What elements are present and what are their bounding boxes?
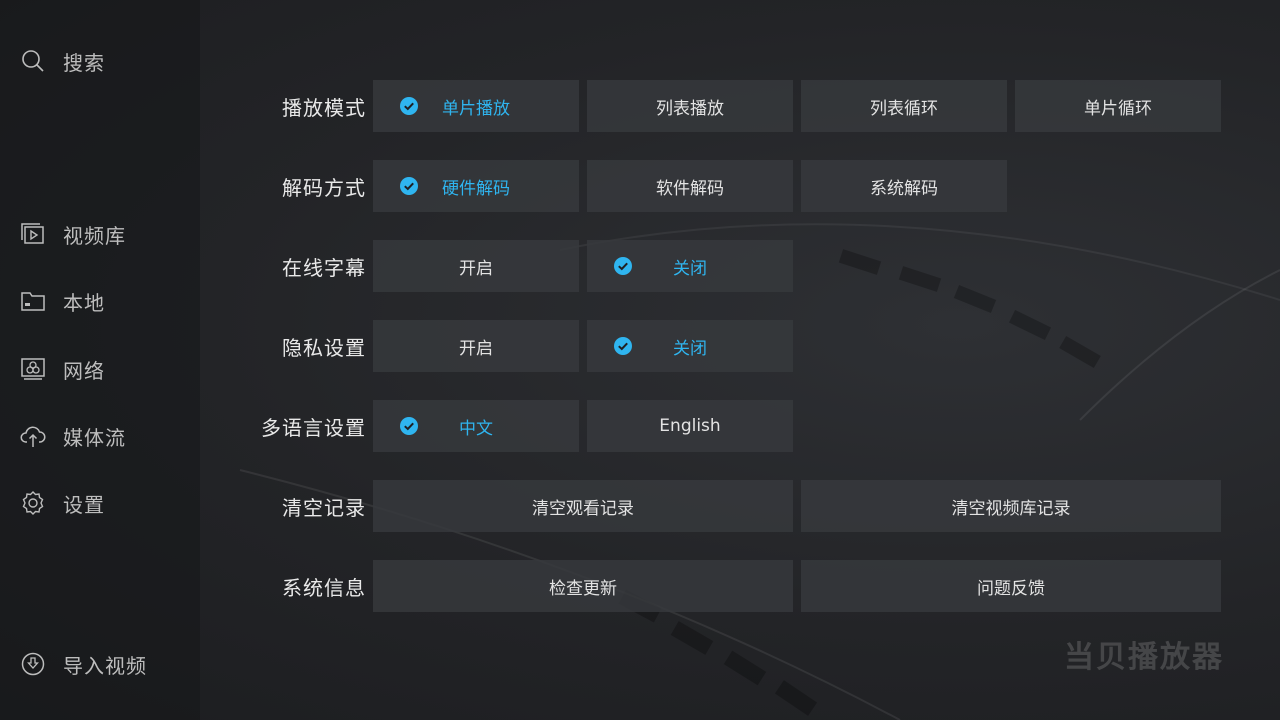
video-library-icon xyxy=(20,221,46,247)
option-privacy-on[interactable]: 开启 xyxy=(373,320,579,372)
setting-row-play-mode: 播放模式 单片播放 列表播放 列表循环 单片循环 xyxy=(200,80,1280,132)
settings-screen: 搜索 视频库 本地 网络 媒体流 设置 导入视频 播放模式 单片播放 列表播放 … xyxy=(0,0,1280,720)
privacy-label: 隐私设置 xyxy=(282,335,366,360)
option-label: 系统解码 xyxy=(870,178,938,199)
option-label: 关闭 xyxy=(673,258,707,279)
sidebar-item-local[interactable]: 本地 xyxy=(20,285,105,317)
option-label: 列表播放 xyxy=(656,98,724,119)
sidebar-search-label: 搜索 xyxy=(63,50,105,75)
settings-panel: 播放模式 单片播放 列表播放 列表循环 单片循环 解码方式 硬件解码 软件解码 … xyxy=(200,0,1280,720)
check-circle-icon xyxy=(400,177,418,195)
clear-library-history-button[interactable]: 清空视频库记录 xyxy=(801,480,1221,532)
check-circle-icon xyxy=(614,257,632,275)
option-list-play[interactable]: 列表播放 xyxy=(587,80,793,132)
option-label: 单片播放 xyxy=(442,98,510,119)
option-system-decode[interactable]: 系统解码 xyxy=(801,160,1007,212)
option-label: 清空视频库记录 xyxy=(951,498,1071,519)
setting-row-privacy: 隐私设置 开启 关闭 xyxy=(200,320,1280,372)
gear-icon xyxy=(20,490,46,516)
option-label: 清空观看记录 xyxy=(532,498,634,519)
option-label: 单片循环 xyxy=(1084,98,1152,119)
option-label: English xyxy=(659,416,721,436)
system-label: 系统信息 xyxy=(282,575,366,600)
sidebar-item-label: 视频库 xyxy=(63,223,126,248)
option-single-play[interactable]: 单片播放 xyxy=(373,80,579,132)
option-label: 开启 xyxy=(459,338,493,359)
sidebar-item-media-stream[interactable]: 媒体流 xyxy=(20,420,126,452)
option-label: 列表循环 xyxy=(870,98,938,119)
option-label: 检查更新 xyxy=(549,578,617,599)
import-video-label: 导入视频 xyxy=(63,653,147,678)
option-hardware-decode[interactable]: 硬件解码 xyxy=(373,160,579,212)
check-circle-icon xyxy=(614,337,632,355)
sidebar-item-label: 网络 xyxy=(63,358,105,383)
option-single-loop[interactable]: 单片循环 xyxy=(1015,80,1221,132)
sidebar-item-network[interactable]: 网络 xyxy=(20,353,105,385)
feedback-button[interactable]: 问题反馈 xyxy=(801,560,1221,612)
brand-watermark: 当贝播放器 xyxy=(1064,640,1224,675)
setting-row-language: 多语言设置 中文 English xyxy=(200,400,1280,452)
sidebar-item-label: 设置 xyxy=(63,492,105,517)
network-icon xyxy=(20,356,46,382)
sidebar-item-settings[interactable]: 设置 xyxy=(20,487,105,519)
clear-label: 清空记录 xyxy=(282,495,366,520)
clear-watch-history-button[interactable]: 清空观看记录 xyxy=(373,480,793,532)
cloud-upload-icon xyxy=(20,423,46,449)
option-privacy-off[interactable]: 关闭 xyxy=(587,320,793,372)
setting-row-system: 系统信息 检查更新 问题反馈 xyxy=(200,560,1280,612)
option-software-decode[interactable]: 软件解码 xyxy=(587,160,793,212)
sidebar-item-video-library[interactable]: 视频库 xyxy=(20,218,126,250)
sidebar-item-label: 本地 xyxy=(63,290,105,315)
option-label: 软件解码 xyxy=(656,178,724,199)
check-circle-icon xyxy=(400,417,418,435)
setting-row-decode: 解码方式 硬件解码 软件解码 系统解码 xyxy=(200,160,1280,212)
option-list-loop[interactable]: 列表循环 xyxy=(801,80,1007,132)
option-label: 硬件解码 xyxy=(442,178,510,199)
option-label: 中文 xyxy=(459,418,493,439)
setting-row-subtitles: 在线字幕 开启 关闭 xyxy=(200,240,1280,292)
option-subtitles-on[interactable]: 开启 xyxy=(373,240,579,292)
search-icon xyxy=(20,48,46,74)
sidebar: 搜索 视频库 本地 网络 媒体流 设置 导入视频 xyxy=(0,0,200,720)
option-label: 开启 xyxy=(459,258,493,279)
subtitles-label: 在线字幕 xyxy=(282,255,366,280)
option-label: 问题反馈 xyxy=(977,578,1045,599)
folder-icon xyxy=(20,288,46,314)
setting-row-clear: 清空记录 清空观看记录 清空视频库记录 xyxy=(200,480,1280,532)
option-language-chinese[interactable]: 中文 xyxy=(373,400,579,452)
play-mode-label: 播放模式 xyxy=(282,95,366,120)
download-circle-icon xyxy=(20,651,46,677)
language-label: 多语言设置 xyxy=(261,415,366,440)
check-update-button[interactable]: 检查更新 xyxy=(373,560,793,612)
import-video-button[interactable]: 导入视频 xyxy=(20,648,147,680)
option-subtitles-off[interactable]: 关闭 xyxy=(587,240,793,292)
option-language-english[interactable]: English xyxy=(587,400,793,452)
sidebar-search[interactable]: 搜索 xyxy=(20,45,105,77)
sidebar-item-label: 媒体流 xyxy=(63,425,126,450)
option-label: 关闭 xyxy=(673,338,707,359)
check-circle-icon xyxy=(400,97,418,115)
decode-label: 解码方式 xyxy=(282,175,366,200)
